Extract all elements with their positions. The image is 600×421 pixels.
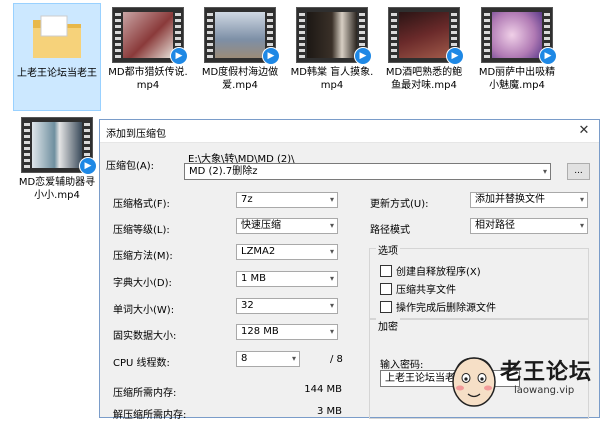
watermark-url: laowang.vip (514, 385, 575, 396)
dialog-title: 添加到压缩包 (106, 129, 166, 140)
close-icon[interactable]: ✕ (575, 122, 593, 140)
checkbox[interactable] (380, 265, 392, 277)
cpu-threads-select[interactable]: 8 ▾ (236, 351, 300, 367)
chevron-down-icon: ▾ (542, 167, 547, 176)
file-item-video[interactable]: ▶ MD丽萨中出吸精小魅魔.mp4 (473, 3, 561, 111)
option-delete-source[interactable]: 操作完成后删除源文件 (380, 299, 496, 314)
encryption-title: 加密 (376, 318, 400, 333)
folder-icon (33, 15, 81, 58)
cpu-threads-total: / 8 (330, 354, 343, 365)
level-value: 快速压缩 (241, 220, 281, 231)
word-size-select[interactable]: 32 ▾ (236, 298, 338, 314)
options-group: 选项 创建自释放程序(X) 压缩共享文件 操作完成后删除源文件 (369, 242, 589, 320)
file-item-video[interactable]: ▶ MD韩棠 盲人摸象.mp4 (288, 3, 376, 111)
path-mode-select[interactable]: 相对路径 ▾ (470, 218, 588, 234)
path-mode-label: 路径模式 (370, 225, 410, 236)
media-player-icon: ▶ (79, 157, 97, 175)
option-shared-files[interactable]: 压缩共享文件 (380, 281, 456, 296)
option-label: 压缩共享文件 (396, 285, 456, 296)
format-value: 7z (241, 194, 253, 205)
dictionary-value: 1 MB (241, 273, 267, 284)
dictionary-label: 字典大小(D): (113, 278, 172, 289)
file-item-video[interactable]: ▶ MD恋爱辅助器寻小小.mp4 (13, 113, 101, 201)
file-name: MD韩棠 盲人摸象.mp4 (290, 67, 374, 91)
method-label: 压缩方法(M): (113, 251, 173, 262)
archive-label: 压缩包(A): (106, 161, 155, 172)
format-select[interactable]: 7z ▾ (236, 192, 338, 208)
format-label: 压缩格式(F): (113, 199, 170, 210)
chevron-down-icon: ▾ (291, 354, 296, 363)
file-name: MD丽萨中出吸精小魅魔.mp4 (478, 67, 556, 91)
compress-memory-label: 压缩所需内存: (113, 388, 177, 399)
dictionary-select[interactable]: 1 MB ▾ (236, 271, 338, 287)
word-size-value: 32 (241, 300, 254, 311)
chevron-down-icon: ▾ (329, 301, 334, 310)
level-label: 压缩等级(L): (113, 225, 170, 236)
archive-name-input[interactable]: MD (2).7删除z ▾ (184, 163, 551, 180)
update-mode-value: 添加并替换文件 (475, 194, 545, 205)
option-sfx[interactable]: 创建自释放程序(X) (380, 263, 481, 278)
file-item-folder[interactable]: 上老王论坛当老王 (13, 3, 101, 111)
options-title: 选项 (376, 242, 400, 257)
option-label: 操作完成后删除源文件 (396, 303, 496, 314)
chevron-down-icon: ▾ (329, 327, 334, 336)
cpu-threads-label: CPU 线程数: (113, 358, 170, 369)
file-name: MD度假村海边做爱.mp4 (201, 67, 279, 91)
media-player-icon: ▶ (539, 47, 557, 65)
cartoon-face-logo (452, 357, 496, 407)
watermark-title: 老王论坛 (500, 360, 593, 385)
decompress-memory-label: 解压缩所需内存: (113, 410, 187, 421)
password-label: 输入密码: (380, 360, 424, 371)
checkbox[interactable] (380, 283, 392, 295)
compress-memory-value: 144 MB (304, 384, 342, 395)
browse-button[interactable]: ... (567, 163, 590, 180)
file-name: MD酒吧熟悉的鲍鱼最对味.mp4 (385, 67, 463, 91)
option-label: 创建自释放程序(X) (396, 267, 481, 278)
file-name: 上老王论坛当老王 (17, 68, 97, 79)
chevron-down-icon: ▾ (329, 221, 334, 230)
media-player-icon: ▶ (170, 47, 188, 65)
chevron-down-icon: ▾ (329, 247, 334, 256)
method-value: LZMA2 (241, 246, 276, 257)
solid-block-value: 128 MB (241, 326, 279, 337)
chevron-down-icon: ▾ (329, 274, 334, 283)
decompress-memory-value: 3 MB (316, 406, 342, 417)
file-item-video[interactable]: ▶ MD酒吧熟悉的鲍鱼最对味.mp4 (380, 3, 468, 111)
dialog-titlebar: 添加到压缩包 ✕ (100, 120, 599, 143)
archive-name-value: MD (2).7删除z (189, 166, 258, 177)
cpu-threads-value: 8 (241, 353, 248, 364)
media-player-icon: ▶ (262, 47, 280, 65)
file-item-video[interactable]: ▶ MD度假村海边做爱.mp4 (196, 3, 284, 111)
file-name: MD都市猎妖传说.mp4 (108, 67, 188, 91)
password-value: 上老王论坛当老 (385, 373, 455, 384)
media-player-icon: ▶ (446, 47, 464, 65)
method-select[interactable]: LZMA2 ▾ (236, 244, 338, 260)
update-mode-label: 更新方式(U): (370, 199, 429, 210)
chevron-down-icon: ▾ (329, 195, 334, 204)
path-mode-value: 相对路径 (475, 220, 515, 231)
update-mode-select[interactable]: 添加并替换文件 ▾ (470, 192, 588, 208)
chevron-down-icon: ▾ (579, 221, 584, 230)
media-player-icon: ▶ (354, 47, 372, 65)
chevron-down-icon: ▾ (579, 195, 584, 204)
level-select[interactable]: 快速压缩 ▾ (236, 218, 338, 234)
solid-block-select[interactable]: 128 MB ▾ (236, 324, 338, 340)
checkbox[interactable] (380, 301, 392, 313)
file-name: MD恋爱辅助器寻小小.mp4 (18, 177, 96, 201)
word-size-label: 单词大小(W): (113, 305, 175, 316)
solid-block-label: 固实数据大小: (113, 331, 177, 342)
file-item-video[interactable]: ▶ MD都市猎妖传说.mp4 (104, 3, 192, 111)
